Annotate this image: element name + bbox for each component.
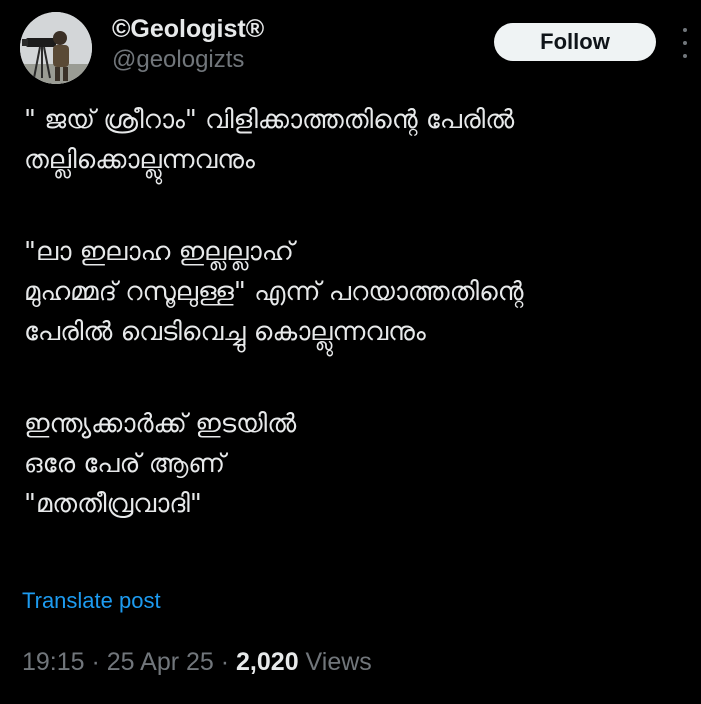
display-name[interactable]: ©Geologist® — [112, 14, 264, 44]
tweet-line: പേരിൽ വെടിവെച്ചു കൊല്ലുന്നവനും — [24, 317, 426, 347]
more-dot — [683, 54, 687, 58]
tweet-line: തല്ലിക്കൊല്ലുന്നവനും — [24, 145, 255, 175]
tweet-line: " ജയ് ശ്രീറാം" വിളിക്കാത്തതിന്റെ പേരിൽ — [24, 105, 515, 135]
avatar-photo-icon — [20, 12, 92, 84]
more-vertical-icon[interactable] — [674, 28, 696, 58]
tweet-line: ഒരേ പേര് ആണ് — [24, 449, 226, 479]
tweet-meta: 19:15 · 25 Apr 25 · 2,020 Views — [22, 648, 372, 677]
views-label: Views — [298, 648, 372, 676]
more-dot — [683, 41, 687, 45]
author-names: ©Geologist® @geologizts — [112, 14, 264, 75]
more-dot — [683, 28, 687, 32]
views-count[interactable]: 2,020 — [236, 648, 299, 676]
avatar[interactable] — [20, 12, 92, 84]
tweet-line: "മതതീവ്രവാദി" — [24, 489, 202, 519]
tweet-line: "ലാ ഇലാഹ ഇല്ലല്ലാഹ് — [24, 237, 294, 267]
tweet-header: ©Geologist® @geologizts Follow — [0, 0, 701, 95]
meta-separator: · — [84, 648, 107, 676]
translate-post-link[interactable]: Translate post — [22, 588, 161, 614]
tweet-line: ഇന്ത്യക്കാർക്ക് ഇടയിൽ — [24, 409, 297, 439]
post-date[interactable]: 25 Apr 25 — [107, 648, 214, 676]
tweet-line: മുഹമ്മദ് റസൂലുള്ള" എന്ന് പറയാത്തതിന്റെ — [24, 277, 524, 307]
meta-separator: · — [213, 648, 237, 676]
post-time[interactable]: 19:15 — [22, 648, 85, 676]
tweet-text: " ജയ് ശ്രീറാം" വിളിക്കാത്തതിന്റെ പേരിൽ ത… — [24, 100, 688, 524]
follow-button[interactable]: Follow — [494, 23, 656, 61]
user-handle[interactable]: @geologizts — [112, 45, 264, 75]
